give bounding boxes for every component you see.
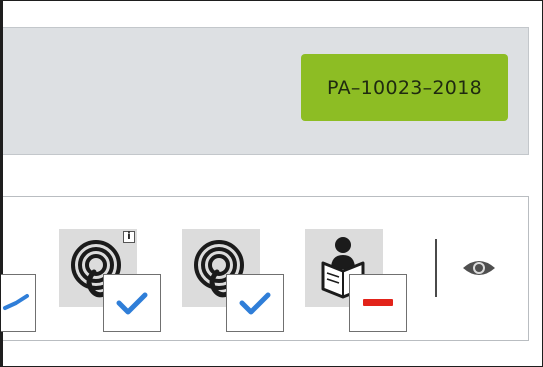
record-id-badge[interactable]: PA–10023–2018: [301, 54, 508, 121]
hearing-aid-checkbox-2[interactable]: [226, 274, 284, 332]
minus-icon: [363, 299, 393, 306]
eye-icon[interactable]: [462, 258, 496, 278]
check-icon: [239, 292, 271, 315]
check-icon: [3, 294, 29, 310]
record-id-label: PA–10023–2018: [327, 76, 482, 99]
toolbar-divider: [435, 239, 437, 297]
info-icon[interactable]: i: [123, 231, 135, 243]
hearing-aid-checkbox-1[interactable]: [103, 274, 161, 332]
check-icon: [116, 292, 148, 315]
reading-status-box[interactable]: [349, 274, 407, 332]
status-checkbox-partial[interactable]: [0, 274, 36, 332]
